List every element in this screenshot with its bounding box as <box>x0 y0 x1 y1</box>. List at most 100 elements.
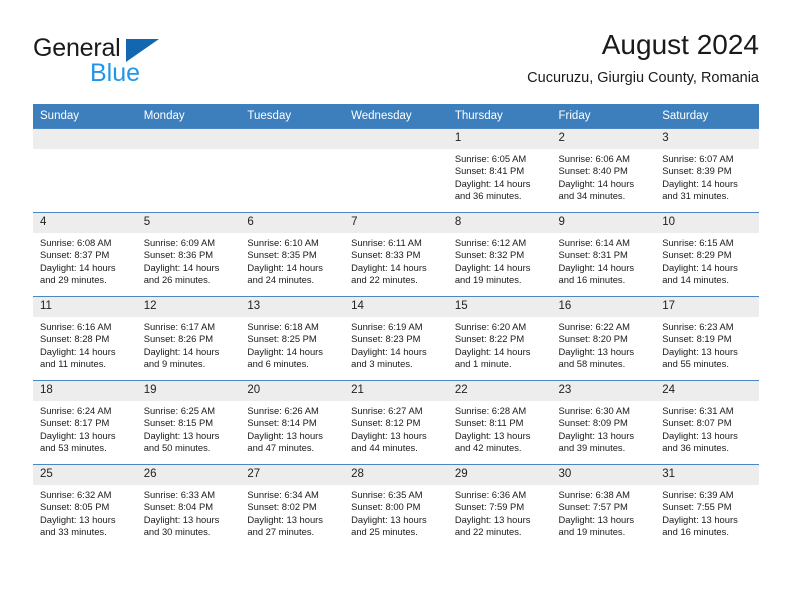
calendar-day-cell[interactable]: 16 Sunrise: 6:22 AM Sunset: 8:20 PM Dayligh… <box>551 296 656 381</box>
calendar-day-cell[interactable]: 27 Sunrise: 6:34 AM Sunset: 8:02 PM Dayligh… <box>240 464 345 548</box>
calendar-day-cell[interactable]: 21 Sunrise: 6:27 AM Sunset: 8:12 PM Dayligh… <box>344 380 448 465</box>
sunset-time: Sunset: 8:25 PM <box>247 333 317 345</box>
calendar-day-cell[interactable]: 24 Sunrise: 6:31 AM Sunset: 8:07 PM Dayligh… <box>655 380 759 465</box>
daylight-duration-line1: Daylight: 14 hours <box>558 261 635 273</box>
sunrise-time: Sunrise: 6:28 AM <box>454 405 527 416</box>
calendar-day-cell[interactable]: 11 Sunrise: 6:16 AM Sunset: 8:28 PM Dayligh… <box>33 296 137 381</box>
calendar-day-cell[interactable]: 18 Sunrise: 6:24 AM Sunset: 8:17 PM Dayligh… <box>33 380 137 465</box>
calendar-day-cell[interactable]: 9 Sunrise: 6:14 AM Sunset: 8:31 PM Daylight… <box>551 212 656 297</box>
sunrise-time: Sunrise: 6:30 AM <box>558 405 630 416</box>
daylight-duration-line2: and 11 minutes. <box>40 357 107 369</box>
weekday-header-wednesday: Wednesday <box>344 104 448 129</box>
calendar-day-cell[interactable]: 17 Sunrise: 6:23 AM Sunset: 8:19 PM Dayligh… <box>655 296 759 381</box>
sunset-time: Sunset: 8:39 PM <box>662 165 732 177</box>
day-number: 20 <box>240 381 345 401</box>
calendar-day-cell[interactable]: 26 Sunrise: 6:33 AM Sunset: 8:04 PM Dayligh… <box>136 464 241 548</box>
calendar-day-cell[interactable]: 3 Sunrise: 6:07 AM Sunset: 8:39 PM Daylight… <box>655 128 759 213</box>
day-number: 2 <box>551 129 656 149</box>
day-number: 22 <box>447 381 552 401</box>
weekday-header-thursday: Thursday <box>447 104 552 129</box>
day-details: Sunrise: 6:07 AM Sunset: 8:39 PM Daylight:… <box>655 149 759 202</box>
calendar-day-cell[interactable]: 8 Sunrise: 6:12 AM Sunset: 8:32 PM Daylight… <box>447 212 552 297</box>
daylight-duration-line2: and 50 minutes. <box>143 441 211 453</box>
weekday-header-friday: Friday <box>551 104 656 129</box>
daylight-duration-line2: and 26 minutes. <box>143 273 211 285</box>
sunset-time: Sunset: 8:32 PM <box>454 249 525 261</box>
sunrise-time: Sunrise: 6:09 AM <box>143 237 216 248</box>
daylight-duration-line2: and 22 minutes. <box>351 273 418 285</box>
calendar-day-cell[interactable]: 2 Sunrise: 6:06 AM Sunset: 8:40 PM Daylight… <box>551 128 656 213</box>
calendar-week-row: 1 Sunrise: 6:05 AM Sunset: 8:41 PM Daylight… <box>33 128 759 213</box>
day-details: Sunrise: 6:25 AM Sunset: 8:15 PM Daylight:… <box>137 401 241 454</box>
daylight-duration-line2: and 42 minutes. <box>454 441 522 453</box>
calendar-day-cell[interactable]: 31 Sunrise: 6:39 AM Sunset: 7:55 PM Dayligh… <box>655 464 759 548</box>
sunset-time: Sunset: 8:31 PM <box>558 249 628 261</box>
day-number: 7 <box>344 213 448 233</box>
calendar-day-cell[interactable]: 6 Sunrise: 6:10 AM Sunset: 8:35 PM Daylight… <box>240 212 345 297</box>
calendar-day-cell[interactable]: 15 Sunrise: 6:20 AM Sunset: 8:22 PM Dayligh… <box>447 296 552 381</box>
calendar-day-cell[interactable]: 4 Sunrise: 6:08 AM Sunset: 8:37 PM Daylight… <box>33 212 137 297</box>
calendar-day-cell[interactable]: 14 Sunrise: 6:19 AM Sunset: 8:23 PM Dayligh… <box>344 296 448 381</box>
weekday-header-tuesday: Tuesday <box>240 104 345 129</box>
calendar-day-cell[interactable]: 5 Sunrise: 6:09 AM Sunset: 8:36 PM Daylight… <box>136 212 241 297</box>
sunset-time: Sunset: 7:59 PM <box>454 501 525 513</box>
sunset-time: Sunset: 8:15 PM <box>143 417 214 429</box>
calendar-day-cell[interactable]: 13 Sunrise: 6:18 AM Sunset: 8:25 PM Dayligh… <box>240 296 345 381</box>
page-header: General Blue August 2024 Cucuruzu, Giurg… <box>33 28 759 98</box>
sunset-time: Sunset: 8:28 PM <box>40 333 110 345</box>
sunrise-time: Sunrise: 6:11 AM <box>351 237 422 248</box>
day-details: Sunrise: 6:06 AM Sunset: 8:40 PM Daylight:… <box>552 149 656 202</box>
day-details: Sunrise: 6:34 AM Sunset: 8:02 PM Daylight:… <box>240 485 344 538</box>
day-number: 3 <box>655 129 759 149</box>
sunrise-time: Sunrise: 6:20 AM <box>454 321 527 332</box>
sunrise-time: Sunrise: 6:23 AM <box>662 321 734 332</box>
daylight-duration-line1: Daylight: 14 hours <box>247 261 323 273</box>
day-details: Sunrise: 6:35 AM Sunset: 8:00 PM Daylight:… <box>344 485 448 538</box>
day-number: 9 <box>551 213 656 233</box>
day-number: 4 <box>33 213 137 233</box>
title-block: August 2024 Cucuruzu, Giurgiu County, Ro… <box>527 28 759 86</box>
calendar-day-cell[interactable]: 22 Sunrise: 6:28 AM Sunset: 8:11 PM Dayligh… <box>447 380 552 465</box>
sunrise-time: Sunrise: 6:19 AM <box>351 321 423 332</box>
daylight-duration-line2: and 47 minutes. <box>247 441 315 453</box>
calendar-day-cell[interactable]: 19 Sunrise: 6:25 AM Sunset: 8:15 PM Dayligh… <box>136 380 241 465</box>
sunset-time: Sunset: 7:55 PM <box>662 501 732 513</box>
day-details: Sunrise: 6:10 AM Sunset: 8:35 PM Daylight:… <box>240 233 344 286</box>
page-title: August 2024 <box>601 29 759 60</box>
day-number <box>240 129 345 149</box>
calendar-grid: Sunday Monday Tuesday Wednesday Thursday… <box>33 104 759 548</box>
calendar-day-cell[interactable]: 29 Sunrise: 6:36 AM Sunset: 7:59 PM Dayligh… <box>447 464 552 548</box>
sunrise-time: Sunrise: 6:08 AM <box>40 237 112 248</box>
calendar-week-row: 25 Sunrise: 6:32 AM Sunset: 8:05 PM Dayligh… <box>33 464 759 548</box>
daylight-duration-line2: and 55 minutes. <box>662 357 729 369</box>
day-details: Sunrise: 6:38 AM Sunset: 7:57 PM Daylight:… <box>552 485 656 538</box>
sunset-time: Sunset: 8:29 PM <box>662 249 732 261</box>
daylight-duration-line1: Daylight: 13 hours <box>558 513 635 525</box>
day-number <box>136 129 241 149</box>
calendar-day-cell[interactable]: 10 Sunrise: 6:15 AM Sunset: 8:29 PM Dayligh… <box>655 212 759 297</box>
weekday-header-row: Sunday Monday Tuesday Wednesday Thursday… <box>33 104 759 129</box>
daylight-duration-line1: Daylight: 13 hours <box>351 429 427 441</box>
day-details: Sunrise: 6:17 AM Sunset: 8:26 PM Daylight:… <box>137 317 241 370</box>
calendar-day-cell-empty <box>344 128 448 213</box>
calendar-day-cell[interactable]: 7 Sunrise: 6:11 AM Sunset: 8:33 PM Daylight… <box>344 212 448 297</box>
sunset-time: Sunset: 8:02 PM <box>247 501 317 513</box>
day-number: 18 <box>33 381 137 401</box>
daylight-duration-line2: and 44 minutes. <box>351 441 418 453</box>
sunset-time: Sunset: 8:05 PM <box>40 501 110 513</box>
calendar-day-cell[interactable]: 20 Sunrise: 6:26 AM Sunset: 8:14 PM Dayligh… <box>240 380 345 465</box>
day-number <box>344 129 448 149</box>
calendar-day-cell[interactable]: 23 Sunrise: 6:30 AM Sunset: 8:09 PM Dayligh… <box>551 380 656 465</box>
day-details: Sunrise: 6:12 AM Sunset: 8:32 PM Daylight:… <box>448 233 552 286</box>
sunrise-time: Sunrise: 6:22 AM <box>558 321 630 332</box>
calendar-day-cell[interactable]: 1 Sunrise: 6:05 AM Sunset: 8:41 PM Daylight… <box>447 128 552 213</box>
calendar-day-cell[interactable]: 12 Sunrise: 6:17 AM Sunset: 8:26 PM Dayligh… <box>136 296 241 381</box>
daylight-duration-line1: Daylight: 13 hours <box>143 429 220 441</box>
calendar-day-cell[interactable]: 28 Sunrise: 6:35 AM Sunset: 8:00 PM Dayligh… <box>344 464 448 548</box>
calendar-day-cell[interactable]: 25 Sunrise: 6:32 AM Sunset: 8:05 PM Dayligh… <box>33 464 137 548</box>
calendar-day-cell[interactable]: 30 Sunrise: 6:38 AM Sunset: 7:57 PM Dayligh… <box>551 464 656 548</box>
day-details: Sunrise: 6:15 AM Sunset: 8:29 PM Daylight:… <box>655 233 759 286</box>
day-number: 15 <box>447 297 552 317</box>
general-blue-logo[interactable]: General Blue <box>33 36 213 92</box>
day-details: Sunrise: 6:11 AM Sunset: 8:33 PM Daylight:… <box>344 233 448 286</box>
